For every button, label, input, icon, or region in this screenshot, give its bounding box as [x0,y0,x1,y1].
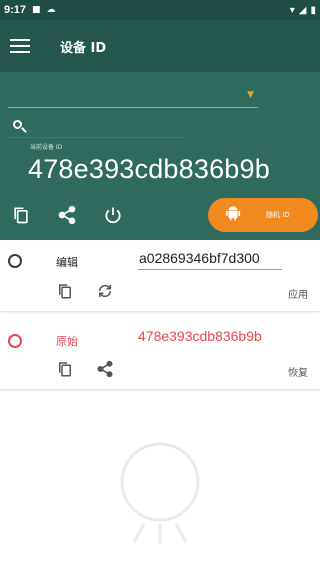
edit-id-card: 编辑 a02869346bf7d300 应用 [0,240,320,312]
copy-icon[interactable] [56,360,74,378]
apply-button[interactable]: 应用 [288,286,308,301]
dropdown-arrow-icon: ▼ [247,90,254,100]
random-id-label: 随机 ID [266,211,290,219]
edit-radio[interactable] [8,254,22,268]
signal-icon: ◢ [298,4,307,16]
original-label: 原始 [56,335,78,348]
share-icon[interactable] [96,360,114,378]
refresh-icon[interactable] [96,282,114,300]
app-selector-dropdown[interactable]: ▼ [8,86,258,108]
battery-icon: ▮ [310,4,316,16]
power-icon[interactable] [102,204,124,226]
share-icon[interactable] [56,204,78,226]
original-id-card: 原始 478e393cdb836b9b 恢复 [0,316,320,390]
notification-icon: ■ [32,5,41,15]
edit-label: 编辑 [56,256,78,269]
copy-icon[interactable] [56,282,74,300]
cloud-icon: ☁ [46,5,56,15]
app-title: 设备 ID [60,40,107,56]
menu-icon[interactable] [10,39,30,53]
app-bar: 设备 ID [0,20,320,72]
wifi-icon: ▾ [289,4,295,16]
status-bar: 9:17 ■ ☁ ▾ ◢ ▮ [0,0,320,20]
device-id-header: ▼ 当前设备 ID 478e393cdb836b9b 随机 ID [0,72,320,240]
search-icon [12,119,28,135]
status-time: 9:17 [4,4,27,16]
current-device-id-label: 当前设备 ID [30,144,63,151]
search-field[interactable] [8,116,184,138]
edit-id-input[interactable]: a02869346bf7d300 [138,248,282,270]
app-logo-watermark [100,432,220,552]
random-id-button[interactable]: 随机 ID [208,198,318,232]
restore-button[interactable]: 恢复 [288,364,308,379]
original-id-value: 478e393cdb836b9b [138,328,262,344]
android-icon [224,204,242,226]
original-radio[interactable] [8,334,22,348]
current-device-id: 478e393cdb836b9b [28,154,270,184]
copy-icon[interactable] [10,204,32,226]
